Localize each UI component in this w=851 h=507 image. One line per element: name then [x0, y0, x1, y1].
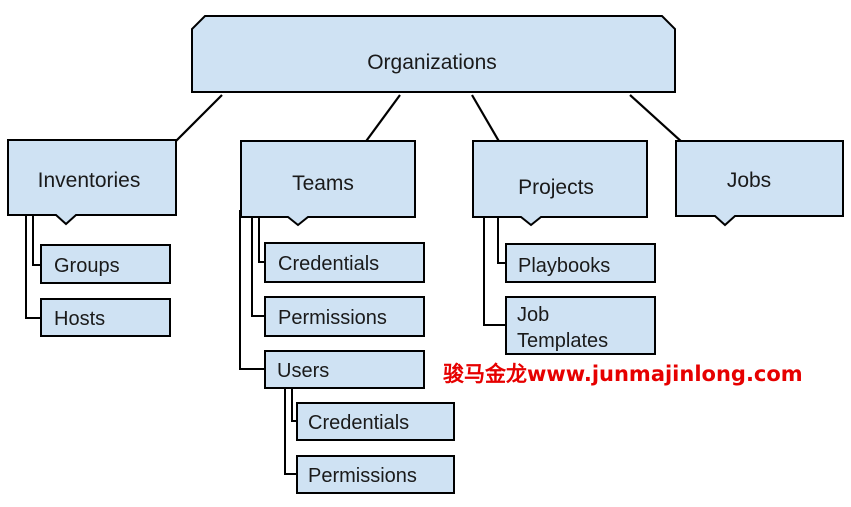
job-templates-label-line2: Templates	[517, 330, 608, 352]
teams-node: Teams	[240, 140, 416, 227]
organizations-label: Organizations	[367, 51, 497, 74]
users-tree-lines	[284, 388, 297, 475]
inventories-tree-lines	[25, 215, 41, 319]
users-node: Users	[264, 350, 425, 389]
projects-node: Projects	[472, 140, 648, 227]
users-label: Users	[277, 360, 329, 382]
projects-tree-lines	[483, 217, 506, 326]
diagram-canvas: Organizations Inventories Groups Hosts T…	[0, 0, 851, 507]
projects-label: Projects	[518, 176, 594, 199]
inventories-node: Inventories	[7, 139, 177, 226]
job-templates-label-line1: Job	[517, 304, 549, 326]
teams-tree-lines	[239, 210, 265, 370]
hierarchy-diagram: Organizations Inventories Groups Hosts T…	[7, 15, 844, 494]
jobs-label: Jobs	[727, 169, 771, 192]
groups-node: Groups	[40, 244, 171, 284]
teams-credentials-node: Credentials	[264, 242, 425, 283]
users-credentials-node: Credentials	[296, 402, 455, 441]
job-templates-node: Job Templates	[505, 296, 656, 355]
users-credentials-label: Credentials	[308, 412, 409, 434]
teams-permissions-node: Permissions	[264, 296, 425, 337]
hosts-label: Hosts	[54, 308, 105, 330]
playbooks-label: Playbooks	[518, 255, 610, 277]
hosts-node: Hosts	[40, 298, 171, 337]
groups-label: Groups	[54, 255, 120, 277]
inventories-label: Inventories	[38, 169, 141, 192]
teams-credentials-label: Credentials	[278, 253, 379, 275]
jobs-node: Jobs	[675, 140, 844, 227]
users-permissions-label: Permissions	[308, 465, 417, 487]
playbooks-node: Playbooks	[505, 243, 656, 283]
teams-label: Teams	[292, 172, 354, 195]
watermark-text: 骏马金龙www.junmajinlong.com	[443, 362, 803, 386]
users-permissions-node: Permissions	[296, 455, 455, 494]
teams-permissions-label: Permissions	[278, 307, 387, 329]
organizations-node: Organizations	[191, 15, 676, 93]
